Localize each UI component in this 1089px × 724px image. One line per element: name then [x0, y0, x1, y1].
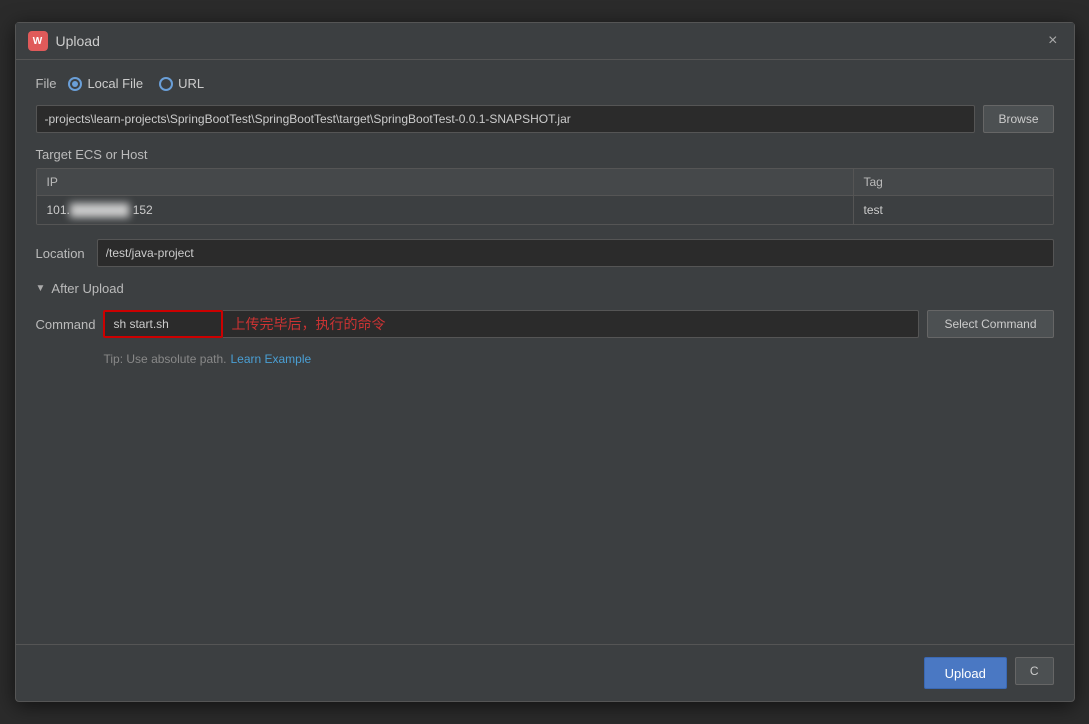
command-label: Command	[36, 317, 96, 332]
cancel-button[interactable]: C	[1015, 657, 1054, 685]
after-upload-section: ▼ After Upload	[36, 281, 1054, 296]
radio-local-file[interactable]: Local File	[68, 76, 143, 91]
target-section: Target ECS or Host IP Tag 101.███████ 15…	[36, 147, 1054, 225]
file-section: File Local File URL	[36, 76, 1054, 91]
table-row: 101.███████ 152 test	[37, 196, 1053, 224]
file-path-input[interactable]	[36, 105, 976, 133]
after-upload-title: ▼ After Upload	[36, 281, 1054, 296]
dialog-title: Upload	[56, 33, 100, 49]
command-value[interactable]: sh start.sh	[103, 310, 223, 338]
th-tag: Tag	[853, 169, 1053, 195]
td-tag: test	[853, 196, 1053, 224]
browse-button[interactable]: Browse	[983, 105, 1053, 133]
command-input-wrapper: sh start.sh 上传完毕后，执行的命令	[103, 310, 919, 338]
radio-url-label: URL	[178, 76, 204, 91]
td-ip: 101.███████ 152	[37, 196, 853, 224]
target-table: IP Tag 101.███████ 152 test	[36, 168, 1054, 225]
learn-example-link[interactable]: Learn Example	[230, 352, 311, 366]
title-bar: W Upload ×	[16, 23, 1074, 60]
table-header: IP Tag	[37, 169, 1053, 196]
select-command-button[interactable]: Select Command	[927, 310, 1053, 338]
after-upload-label: After Upload	[51, 281, 123, 296]
dialog-footer: Upload C	[16, 644, 1074, 701]
location-label: Location	[36, 246, 85, 261]
th-ip: IP	[37, 169, 853, 195]
file-label: File	[36, 76, 57, 91]
radio-group: Local File URL	[68, 76, 204, 91]
radio-local-icon	[68, 77, 82, 91]
ip-blurred: ███████	[70, 203, 130, 217]
file-path-row: Browse	[36, 105, 1054, 133]
command-row: Command sh start.sh 上传完毕后，执行的命令 Select C…	[36, 310, 1054, 338]
radio-url-icon	[159, 77, 173, 91]
location-input[interactable]	[97, 239, 1054, 267]
close-button[interactable]: ×	[1044, 31, 1061, 51]
app-icon: W	[28, 31, 48, 51]
triangle-icon: ▼	[36, 283, 46, 294]
upload-button[interactable]: Upload	[924, 657, 1007, 689]
radio-url[interactable]: URL	[159, 76, 204, 91]
location-row: Location	[36, 239, 1054, 267]
radio-local-label: Local File	[87, 76, 143, 91]
tip-text: Tip: Use absolute path.	[104, 352, 227, 366]
target-label: Target ECS or Host	[36, 147, 1054, 162]
tip-row: Tip: Use absolute path. Learn Example	[36, 352, 1054, 366]
command-placeholder[interactable]: 上传完毕后，执行的命令	[223, 310, 919, 338]
dialog-body: File Local File URL Browse Target ECS or…	[16, 60, 1074, 644]
upload-dialog: W Upload × File Local File URL	[15, 22, 1075, 702]
